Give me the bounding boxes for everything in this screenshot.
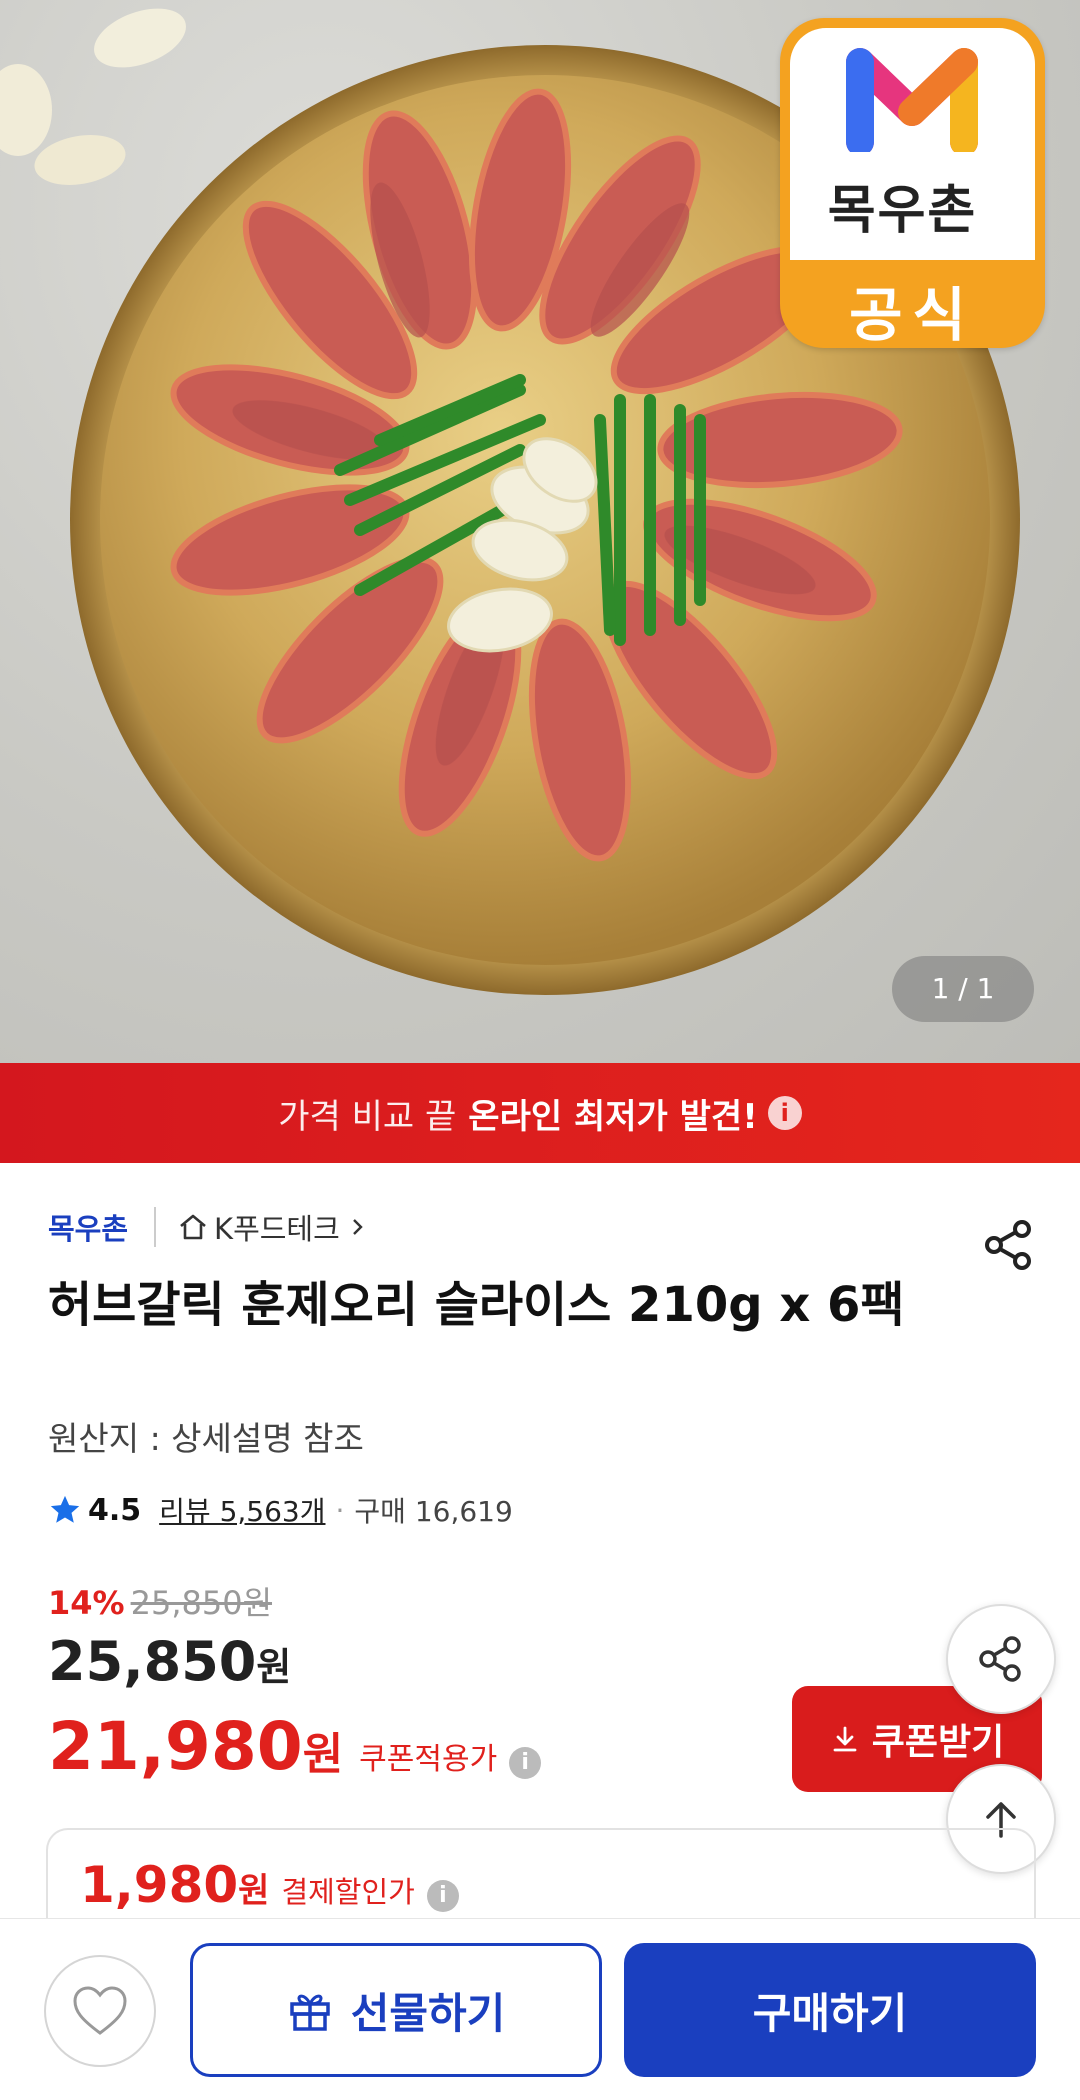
floating-share-button[interactable] <box>946 1604 1056 1714</box>
rating-row: 4.5 리뷰 5,563개 · 구매 16,619 <box>48 1490 513 1530</box>
get-coupon-label: 쿠폰받기 <box>871 1722 1005 1763</box>
sale-price-won: 원 <box>256 1645 292 1689</box>
gift-button[interactable]: 선물하기 <box>190 1943 602 2077</box>
buy-button[interactable]: 구매하기 <box>624 1943 1036 2077</box>
share-icon <box>979 1636 1021 1682</box>
store-link[interactable]: K푸드테크 <box>178 1206 374 1248</box>
payment-discount-line: 1,980 원 결제할인가 i <box>80 1856 459 1914</box>
rating-score: 4.5 <box>88 1492 142 1528</box>
info-icon[interactable]: i <box>509 1747 542 1779</box>
download-icon <box>833 1726 857 1752</box>
lowest-price-banner[interactable]: 가격 비교 끝 온라인 최저가 발견! i <box>0 1063 1080 1163</box>
divider <box>154 1207 157 1247</box>
share-icon[interactable] <box>982 1218 1036 1272</box>
info-icon[interactable]: i <box>767 1096 802 1130</box>
gift-label: 선물하기 <box>350 1988 506 2038</box>
wishlist-button[interactable] <box>44 1955 156 2067</box>
brand-link[interactable]: 목우촌 <box>48 1206 128 1248</box>
banner-highlight: 온라인 최저가 발견! <box>468 1096 758 1137</box>
coupon-price: 21,980 원 쿠폰적용가 i <box>48 1708 542 1785</box>
original-price: 25,850원 <box>130 1584 273 1622</box>
review-link[interactable]: 리뷰 5,563개 <box>159 1490 325 1530</box>
payment-discount-label: 결제할인가 <box>281 1875 415 1909</box>
coupon-price-amount: 21,980 <box>48 1708 303 1785</box>
image-counter: 1 / 1 <box>892 956 1034 1022</box>
product-image[interactable]: 목우촌 공식 1 / 1 <box>0 0 1080 1063</box>
product-title: 허브갈릭 훈제오리 슬라이스 210g x 6팩 <box>48 1277 905 1333</box>
banner-text: 가격 비교 끝 <box>278 1096 457 1137</box>
store-name: K푸드테크 <box>214 1212 340 1246</box>
discount-percent: 14% <box>48 1584 125 1622</box>
coupon-price-label: 쿠폰적용가 <box>359 1742 498 1777</box>
badge-brand-text: 목우촌 <box>827 181 978 241</box>
payment-discount-won: 원 <box>238 1871 270 1911</box>
sale-price-amount: 25,850 <box>48 1630 257 1693</box>
bottom-action-bar: 선물하기 구매하기 <box>0 1918 1080 2100</box>
origin-text: 원산지 : 상세설명 참조 <box>48 1419 364 1458</box>
gift-icon <box>289 1994 330 2031</box>
buy-label: 구매하기 <box>752 1988 908 2038</box>
info-icon[interactable]: i <box>426 1880 459 1912</box>
home-icon <box>180 1214 206 1240</box>
payment-discount-amount: 1,980 <box>80 1856 239 1914</box>
brand-logo-icon <box>846 48 978 152</box>
star-icon <box>50 1495 80 1523</box>
separator: · <box>335 1493 345 1527</box>
brand-row: 목우촌 K푸드테크 <box>48 1206 374 1248</box>
chevron-right-icon <box>352 1219 363 1235</box>
coupon-price-won: 원 <box>302 1729 344 1780</box>
official-store-badge: 목우촌 공식 <box>780 18 1045 348</box>
purchase-count: 구매 16,619 <box>354 1495 513 1528</box>
sale-price: 25,850원 <box>48 1630 291 1693</box>
discount-row: 14% 25,850원 <box>48 1578 272 1624</box>
heart-icon <box>73 1986 127 2035</box>
badge-official-text: 공식 <box>849 281 976 348</box>
